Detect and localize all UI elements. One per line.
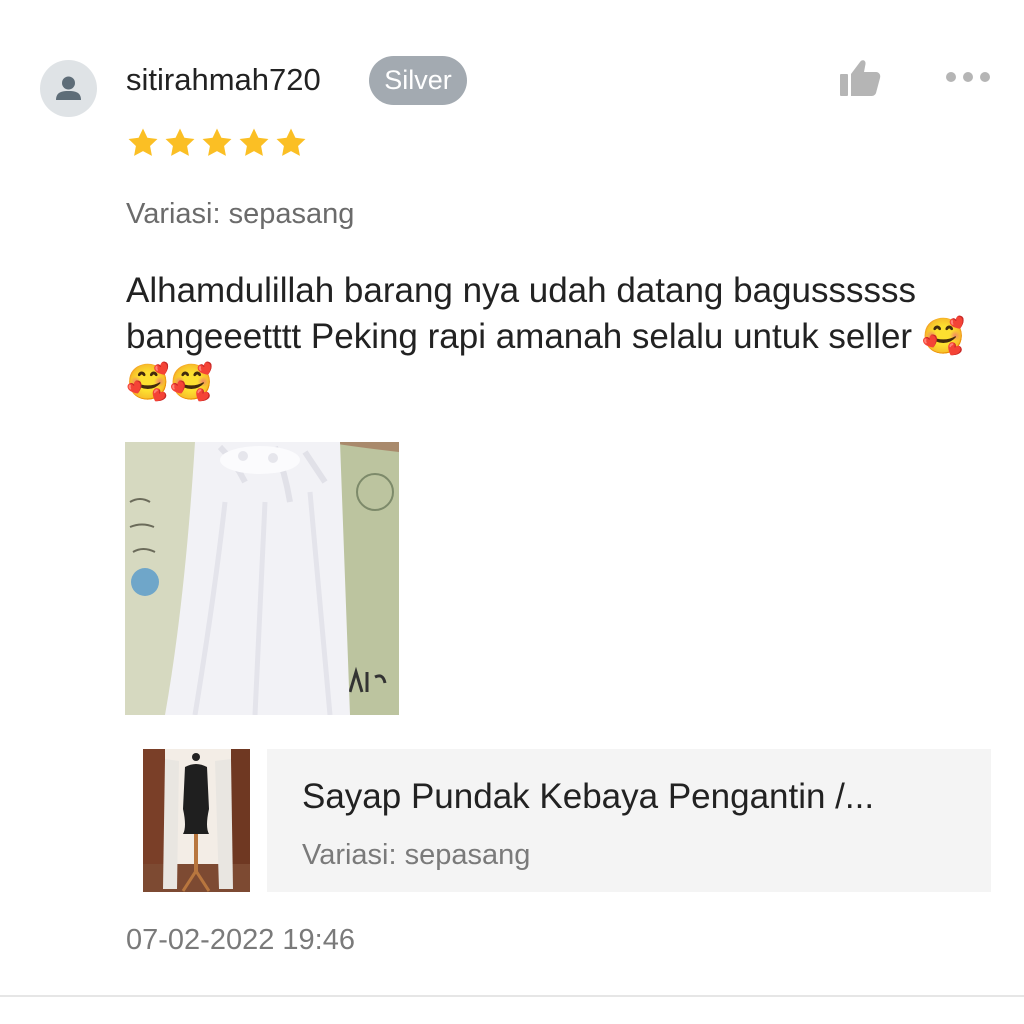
product-info[interactable]: Sayap Pundak Kebaya Pengantin /... Varia… xyxy=(267,749,991,892)
review-variation: Variasi: sepasang xyxy=(126,198,355,230)
star-icon xyxy=(128,128,158,156)
username[interactable]: sitirahmah720 xyxy=(126,60,321,100)
user-avatar-icon xyxy=(56,76,81,100)
star-icon xyxy=(239,128,269,156)
product-thumbnail xyxy=(143,749,250,892)
star-rating xyxy=(126,126,308,162)
review-text: Alhamdulillah barang nya udah datang bag… xyxy=(126,271,966,402)
review-photo[interactable] xyxy=(125,442,399,715)
star-icon xyxy=(202,128,232,156)
thumbs-up-icon[interactable] xyxy=(838,58,882,98)
more-options-icon[interactable] xyxy=(944,70,992,84)
review-timestamp: 07-02-2022 19:46 xyxy=(126,924,355,956)
product-card[interactable]: Sayap Pundak Kebaya Pengantin /... Varia… xyxy=(143,749,991,892)
product-title: Sayap Pundak Kebaya Pengantin /... xyxy=(302,777,875,816)
star-icon xyxy=(165,128,195,156)
member-badge: Silver xyxy=(369,56,467,105)
star-icon xyxy=(276,128,306,156)
product-variation: Variasi: sepasang xyxy=(302,839,531,871)
avatar[interactable] xyxy=(40,60,97,117)
divider xyxy=(0,995,1024,997)
